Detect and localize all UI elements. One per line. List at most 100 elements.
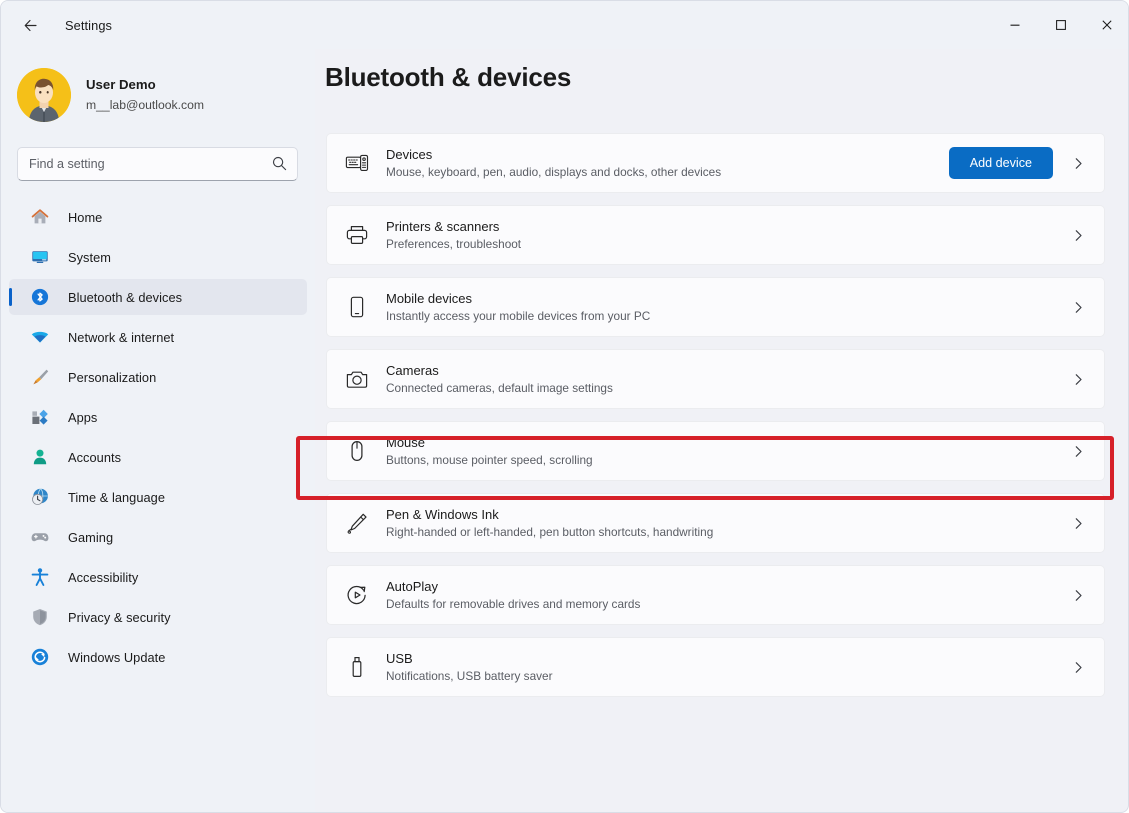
sidebar-item-time-language[interactable]: Time & language	[9, 479, 307, 515]
settings-card-list: Devices Mouse, keyboard, pen, audio, dis…	[315, 133, 1129, 697]
card-slot: USB Notifications, USB battery saver	[315, 637, 1129, 697]
settings-window: Settings	[0, 0, 1129, 813]
sidebar-item-gaming[interactable]: Gaming	[9, 519, 307, 555]
card-slot: Mobile devices Instantly access your mob…	[315, 277, 1129, 337]
usb-icon	[345, 655, 369, 679]
card-slot: Devices Mouse, keyboard, pen, audio, dis…	[315, 133, 1129, 193]
account-email: m__lab@outlook.com	[86, 96, 204, 114]
chevron-right-icon[interactable]	[1071, 372, 1086, 387]
card-devices[interactable]: Devices Mouse, keyboard, pen, audio, dis…	[326, 133, 1105, 193]
sidebar-item-accounts[interactable]: Accounts	[9, 439, 307, 475]
printer-icon	[345, 223, 369, 247]
card-title: Pen & Windows Ink	[386, 506, 1071, 523]
card-slot: Printers & scanners Preferences, trouble…	[315, 205, 1129, 265]
app-title: Settings	[65, 18, 112, 33]
card-title: Cameras	[386, 362, 1071, 379]
sidebar-item-label: Personalization	[68, 370, 156, 385]
chevron-right-icon[interactable]	[1071, 588, 1086, 603]
bluetooth-icon	[29, 286, 51, 308]
minimize-icon	[1009, 19, 1021, 31]
card-subtitle: Instantly access your mobile devices fro…	[386, 308, 1071, 324]
sidebar-item-windows-update[interactable]: Windows Update	[9, 639, 307, 675]
account-name: User Demo	[86, 76, 204, 94]
search-icon	[271, 155, 288, 177]
card-usb[interactable]: USB Notifications, USB battery saver	[326, 637, 1105, 697]
sidebar-item-label: Accessibility	[68, 570, 138, 585]
sidebar-item-label: Home	[68, 210, 102, 225]
card-mouse[interactable]: Mouse Buttons, mouse pointer speed, scro…	[326, 421, 1105, 481]
autoplay-icon	[345, 583, 369, 607]
back-button[interactable]	[13, 8, 47, 42]
card-printers-scanners[interactable]: Printers & scanners Preferences, trouble…	[326, 205, 1105, 265]
account-card[interactable]: User Demo m__lab@outlook.com	[17, 65, 315, 125]
card-title: Devices	[386, 146, 949, 163]
pen-icon	[345, 511, 369, 535]
search-input[interactable]	[29, 157, 257, 171]
card-subtitle: Preferences, troubleshoot	[386, 236, 1071, 252]
card-title: Printers & scanners	[386, 218, 1071, 235]
add-device-button[interactable]: Add device	[949, 147, 1053, 179]
card-pen-windows-ink[interactable]: Pen & Windows Ink Right-handed or left-h…	[326, 493, 1105, 553]
card-subtitle: Notifications, USB battery saver	[386, 668, 1071, 684]
sidebar-item-label: Network & internet	[68, 330, 174, 345]
card-subtitle: Connected cameras, default image setting…	[386, 380, 1071, 396]
card-slot: Mouse Buttons, mouse pointer speed, scro…	[315, 421, 1129, 481]
accessibility-icon	[29, 566, 51, 588]
card-title: AutoPlay	[386, 578, 1071, 595]
close-button[interactable]	[1084, 1, 1129, 49]
avatar	[17, 68, 71, 122]
window-controls	[992, 1, 1129, 49]
sidebar-nav: Home System	[1, 199, 315, 675]
sidebar-item-label: Accounts	[68, 450, 121, 465]
chevron-right-icon[interactable]	[1071, 156, 1086, 171]
keyboard-devices-icon	[345, 151, 369, 175]
close-icon	[1101, 19, 1113, 31]
card-subtitle: Buttons, mouse pointer speed, scrolling	[386, 452, 1071, 468]
camera-icon	[345, 367, 369, 391]
person-icon	[29, 446, 51, 468]
sidebar-item-bluetooth-devices[interactable]: Bluetooth & devices	[9, 279, 307, 315]
sidebar-item-personalization[interactable]: Personalization	[9, 359, 307, 395]
gamepad-icon	[29, 526, 51, 548]
sidebar-item-label: Apps	[68, 410, 97, 425]
brush-icon	[29, 366, 51, 388]
sidebar-item-system[interactable]: System	[9, 239, 307, 275]
selection-indicator	[9, 288, 12, 306]
chevron-right-icon[interactable]	[1071, 228, 1086, 243]
home-icon	[29, 206, 51, 228]
sidebar-item-label: Bluetooth & devices	[68, 290, 182, 305]
card-cameras[interactable]: Cameras Connected cameras, default image…	[326, 349, 1105, 409]
maximize-button[interactable]	[1038, 1, 1084, 49]
card-slot: Cameras Connected cameras, default image…	[315, 349, 1129, 409]
sidebar-item-home[interactable]: Home	[9, 199, 307, 235]
maximize-icon	[1055, 19, 1067, 31]
sidebar-item-label: Time & language	[68, 490, 165, 505]
card-subtitle: Right-handed or left-handed, pen button …	[386, 524, 1071, 540]
card-autoplay[interactable]: AutoPlay Defaults for removable drives a…	[326, 565, 1105, 625]
main-content: Bluetooth & devices Devi	[315, 49, 1129, 813]
title-bar: Settings	[1, 1, 1129, 49]
sidebar-item-label: Gaming	[68, 530, 113, 545]
mouse-icon	[345, 439, 369, 463]
update-icon	[29, 646, 51, 668]
chevron-right-icon[interactable]	[1071, 300, 1086, 315]
chevron-right-icon[interactable]	[1071, 516, 1086, 531]
page-title: Bluetooth & devices	[325, 62, 1129, 93]
clock-globe-icon	[29, 486, 51, 508]
chevron-right-icon[interactable]	[1071, 660, 1086, 675]
card-title: Mouse	[386, 434, 1071, 451]
card-subtitle: Mouse, keyboard, pen, audio, displays an…	[386, 164, 949, 180]
system-icon	[29, 246, 51, 268]
sidebar-item-label: Privacy & security	[68, 610, 171, 625]
sidebar-item-privacy-security[interactable]: Privacy & security	[9, 599, 307, 635]
search-box[interactable]	[17, 147, 298, 181]
card-mobile-devices[interactable]: Mobile devices Instantly access your mob…	[326, 277, 1105, 337]
minimize-button[interactable]	[992, 1, 1038, 49]
sidebar-item-accessibility[interactable]: Accessibility	[9, 559, 307, 595]
card-title: Mobile devices	[386, 290, 1071, 307]
sidebar-item-apps[interactable]: Apps	[9, 399, 307, 435]
chevron-right-icon[interactable]	[1071, 444, 1086, 459]
card-title: USB	[386, 650, 1071, 667]
sidebar-item-network-internet[interactable]: Network & internet	[9, 319, 307, 355]
wifi-icon	[29, 326, 51, 348]
